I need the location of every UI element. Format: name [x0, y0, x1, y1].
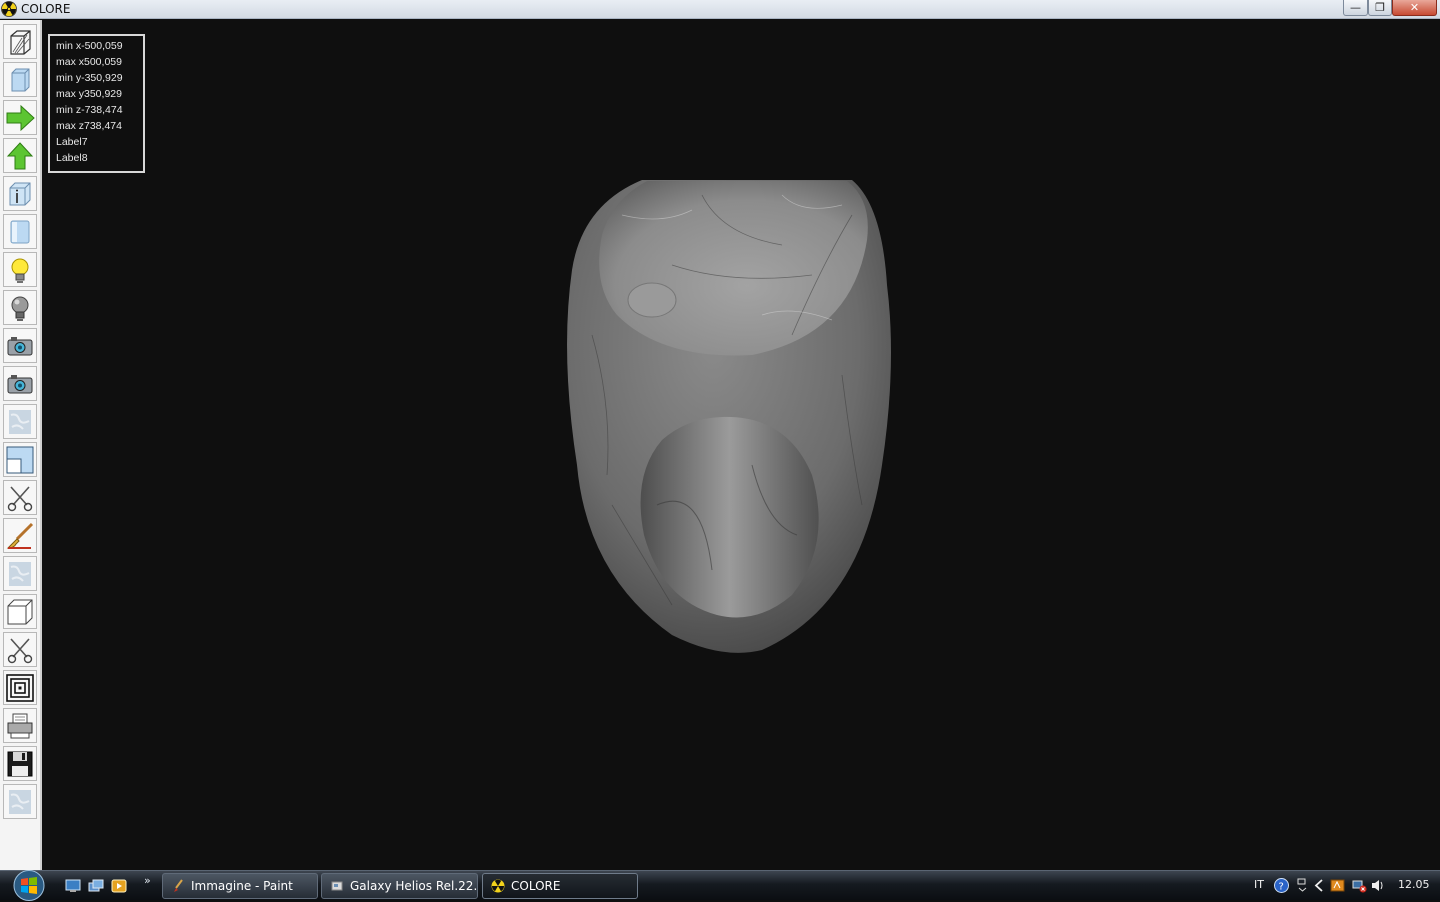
floppy-disk-icon [7, 751, 33, 776]
tool-cube-info[interactable] [3, 176, 37, 211]
tool-marble-texture-2[interactable] [3, 556, 37, 591]
marble-texture-icon [9, 409, 31, 434]
svg-text:?: ? [1279, 882, 1284, 893]
tool-solid[interactable] [3, 62, 37, 97]
tool-concentric[interactable] [3, 670, 37, 705]
tool-window-split[interactable] [3, 442, 37, 477]
min-z-label: min z-738,474 [56, 104, 123, 116]
tool-palette [0, 20, 42, 870]
tool-move-right[interactable] [3, 100, 37, 135]
helios-app-icon [331, 881, 343, 891]
close-button[interactable]: ✕ [1392, 0, 1437, 16]
printer-icon [7, 713, 33, 738]
tool-marble-texture-3[interactable] [3, 784, 37, 819]
task-galaxy-helios[interactable]: Galaxy Helios Rel.22... [321, 873, 478, 899]
taskbar: » Immagine - Paint Galaxy Helios Rel.22.… [0, 869, 1440, 902]
cylinder-icon [10, 220, 30, 243]
task-paint[interactable]: Immagine - Paint [162, 873, 318, 899]
light-bulb-on-icon [11, 258, 29, 283]
max-z-label: max z738,474 [56, 120, 122, 132]
network-icon[interactable] [1352, 878, 1367, 893]
tool-wireframe[interactable] [3, 24, 37, 59]
scissors-icon [7, 485, 33, 511]
language-bar-icon[interactable] [1295, 878, 1310, 893]
max-y-label: max y350,929 [56, 88, 122, 100]
switch-windows-icon[interactable] [88, 879, 104, 893]
marble-texture-3-icon [9, 789, 31, 814]
max-x-label: max x500,059 [56, 56, 122, 68]
window-split-icon [6, 446, 34, 473]
marble-texture-2-icon [9, 561, 31, 586]
task-label: Immagine - Paint [191, 879, 293, 893]
radiation-icon [1, 1, 17, 17]
concentric-squares-icon [6, 673, 34, 702]
system-tray: IT ? 12.05 [1240, 871, 1440, 901]
min-y-label: min y-350,929 [56, 72, 123, 84]
tool-camera[interactable] [3, 328, 37, 363]
tool-cylinder[interactable] [3, 214, 37, 249]
tool-move-up[interactable] [3, 138, 37, 173]
tool-marble-texture[interactable] [3, 404, 37, 439]
update-shield-icon[interactable] [1330, 878, 1345, 893]
help-icon[interactable]: ? [1274, 878, 1289, 893]
maximize-button[interactable]: ❐ [1368, 0, 1392, 16]
volume-icon[interactable] [1370, 878, 1385, 893]
arrow-up-icon [6, 141, 34, 169]
label8: Label8 [56, 152, 88, 164]
tool-cut[interactable] [3, 480, 37, 515]
scissors-2-icon [7, 637, 33, 663]
start-button[interactable] [8, 869, 50, 902]
tool-box[interactable] [3, 594, 37, 629]
task-label: Galaxy Helios Rel.22... [350, 879, 477, 893]
language-indicator[interactable]: IT [1254, 878, 1264, 891]
tool-light-off[interactable] [3, 290, 37, 325]
min-x-label: min x-500,059 [56, 40, 123, 52]
bounds-info-panel: min x-500,059 max x500,059 min y-350,929… [48, 34, 145, 173]
camera-icon [7, 336, 33, 355]
chevron-left-icon[interactable] [1312, 878, 1327, 893]
window-titlebar[interactable]: COLORE — ❐ ✕ [0, 0, 1440, 19]
label7: Label7 [56, 136, 88, 148]
tool-print[interactable] [3, 708, 37, 743]
radiation-icon [491, 879, 505, 893]
paint-app-icon [174, 879, 183, 892]
3d-viewport[interactable]: min x-500,059 max x500,059 min y-350,929… [42, 20, 1440, 870]
light-bulb-off-icon [11, 296, 29, 321]
tool-cut-2[interactable] [3, 632, 37, 667]
paintbrush-icon [6, 522, 34, 549]
window-title: COLORE [21, 2, 71, 16]
solid-cube-icon [11, 68, 30, 91]
quicklaunch-more-button[interactable]: » [144, 874, 151, 887]
camera-alt-icon [7, 374, 33, 393]
task-label: COLORE [511, 879, 561, 893]
wireframe-cube-icon [10, 29, 31, 55]
tool-paint[interactable] [3, 518, 37, 553]
show-desktop-icon[interactable] [65, 879, 81, 893]
task-colore[interactable]: COLORE [482, 873, 638, 899]
minimize-button[interactable]: — [1343, 0, 1368, 16]
cube-info-icon [9, 182, 31, 205]
arrow-right-icon [6, 104, 35, 131]
marble-washbasin-model [567, 180, 891, 653]
tool-light-on[interactable] [3, 252, 37, 287]
tool-camera-alt[interactable] [3, 366, 37, 401]
clock[interactable]: 12.05 [1398, 878, 1430, 891]
box-outline-icon [7, 599, 33, 624]
media-player-icon[interactable] [111, 879, 127, 893]
tool-save[interactable] [3, 746, 37, 781]
